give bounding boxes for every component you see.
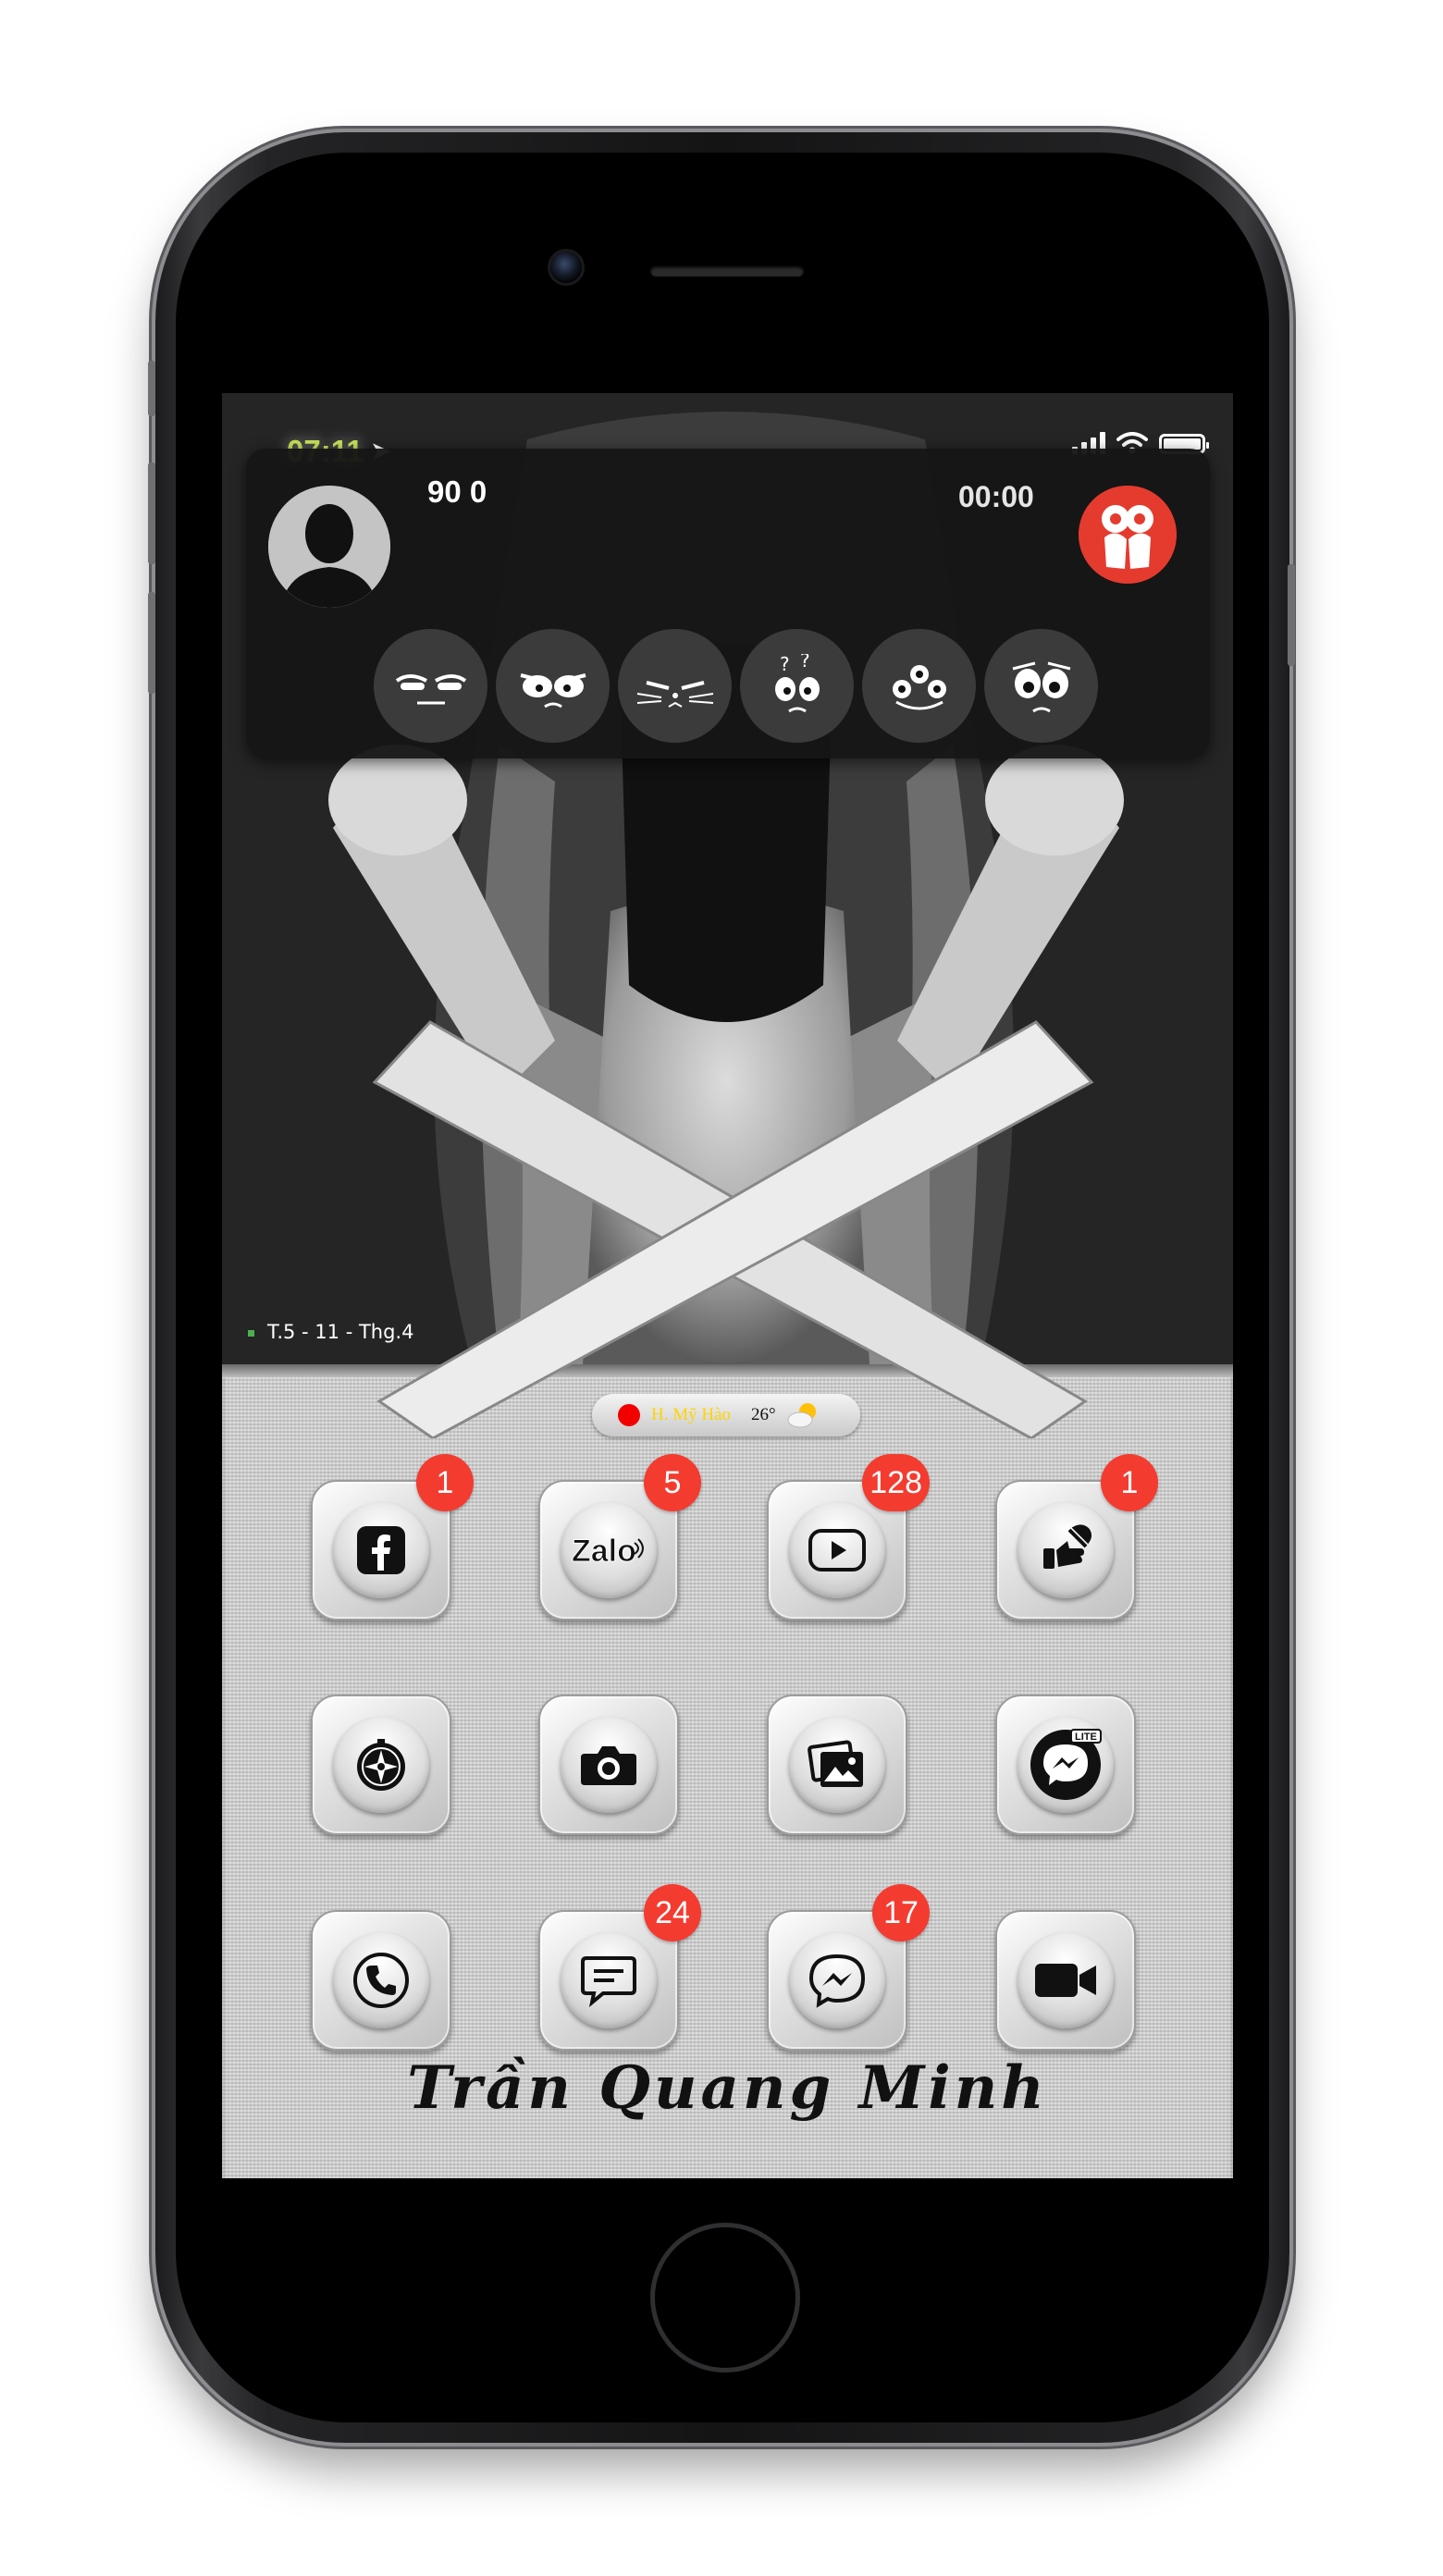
mute-switch xyxy=(148,361,155,416)
notification-badge: 24 xyxy=(644,1884,701,1941)
notification-badge: 128 xyxy=(862,1454,930,1511)
caller-name: 90 0 xyxy=(427,475,487,509)
sad-face-icon[interactable] xyxy=(984,629,1098,743)
youtube-icon xyxy=(789,1502,885,1598)
app-messages[interactable]: 24 xyxy=(538,1884,701,2051)
settings-tool-icon xyxy=(1018,1502,1114,1598)
app-settings-tool[interactable]: 1 xyxy=(995,1454,1158,1621)
notification-badge: 5 xyxy=(644,1454,701,1511)
svg-text:Zalo: Zalo xyxy=(572,1534,636,1569)
call-widget: 90 0 00:00 ? ? xyxy=(246,449,1210,758)
phone-icon xyxy=(333,1932,429,2028)
app-messenger[interactable]: 17 xyxy=(767,1884,930,2051)
date-text: T.5 - 11 - Thg.4 xyxy=(267,1321,414,1343)
svg-text:LITE: LITE xyxy=(1075,1732,1097,1743)
compass-icon xyxy=(333,1717,429,1813)
home-button[interactable] xyxy=(650,2223,800,2373)
caller-avatar xyxy=(268,486,390,608)
power-button xyxy=(1288,564,1295,666)
messenger-icon xyxy=(789,1932,885,2028)
app-facebook[interactable]: 1 xyxy=(311,1454,474,1621)
couple-sticker-icon xyxy=(1079,486,1177,584)
partly-cloudy-icon xyxy=(787,1403,816,1428)
confused-face-icon[interactable]: ?? xyxy=(740,629,854,743)
front-camera xyxy=(550,252,582,283)
date-dot-icon xyxy=(248,1329,254,1337)
weather-widget[interactable]: H. Mỹ Hào 26° xyxy=(592,1394,860,1436)
app-photos[interactable] xyxy=(767,1695,907,1835)
svg-text:?: ? xyxy=(780,654,790,675)
reaction-row: ?? xyxy=(374,629,1098,743)
call-timer: 00:00 xyxy=(958,480,1034,513)
notification-badge: 1 xyxy=(1101,1454,1158,1511)
wallpaper: 07:11 ➤ 90 0 00:00 xyxy=(222,393,1233,1364)
person-silhouette-icon xyxy=(268,486,390,608)
date-label: T.5 - 11 - Thg.4 xyxy=(248,1321,413,1343)
app-camera[interactable] xyxy=(538,1695,679,1835)
app-phone[interactable] xyxy=(311,1910,451,2051)
camera-icon xyxy=(561,1717,657,1813)
notification-badge: 1 xyxy=(416,1454,474,1511)
weather-temperature: 26° xyxy=(751,1405,776,1424)
panel-edge xyxy=(222,1364,1233,1377)
home-screen: 07:11 ➤ 90 0 00:00 xyxy=(222,393,1233,2178)
signature: Trần Quang Minh xyxy=(407,2053,1048,2123)
facebook-icon xyxy=(333,1502,429,1598)
sleepy-face-icon[interactable] xyxy=(374,629,487,743)
messenger-lite-icon: LITE xyxy=(1018,1717,1114,1813)
volume-up-button xyxy=(148,462,155,564)
end-call-button[interactable] xyxy=(1079,486,1177,584)
angry-face-icon[interactable] xyxy=(496,629,610,743)
app-compass[interactable] xyxy=(311,1695,451,1835)
cat-face-icon[interactable] xyxy=(618,629,732,743)
monster-face-icon[interactable] xyxy=(862,629,976,743)
video-call-icon xyxy=(1018,1932,1114,2028)
volume-down-button xyxy=(148,592,155,694)
zalo-icon: Zalo xyxy=(561,1502,657,1598)
photos-icon xyxy=(789,1717,885,1813)
app-youtube[interactable]: 128 xyxy=(767,1454,930,1621)
svg-text:?: ? xyxy=(800,654,810,672)
earpiece-speaker xyxy=(650,265,804,277)
notification-badge: 17 xyxy=(872,1884,930,1941)
location-dot-icon xyxy=(618,1404,640,1426)
app-video-call[interactable] xyxy=(995,1910,1136,2051)
messages-icon xyxy=(561,1932,657,2028)
weather-location: H. Mỹ Hào xyxy=(651,1405,732,1424)
app-zalo[interactable]: Zalo 5 xyxy=(538,1454,701,1621)
app-messenger-lite[interactable]: LITE xyxy=(995,1695,1136,1835)
